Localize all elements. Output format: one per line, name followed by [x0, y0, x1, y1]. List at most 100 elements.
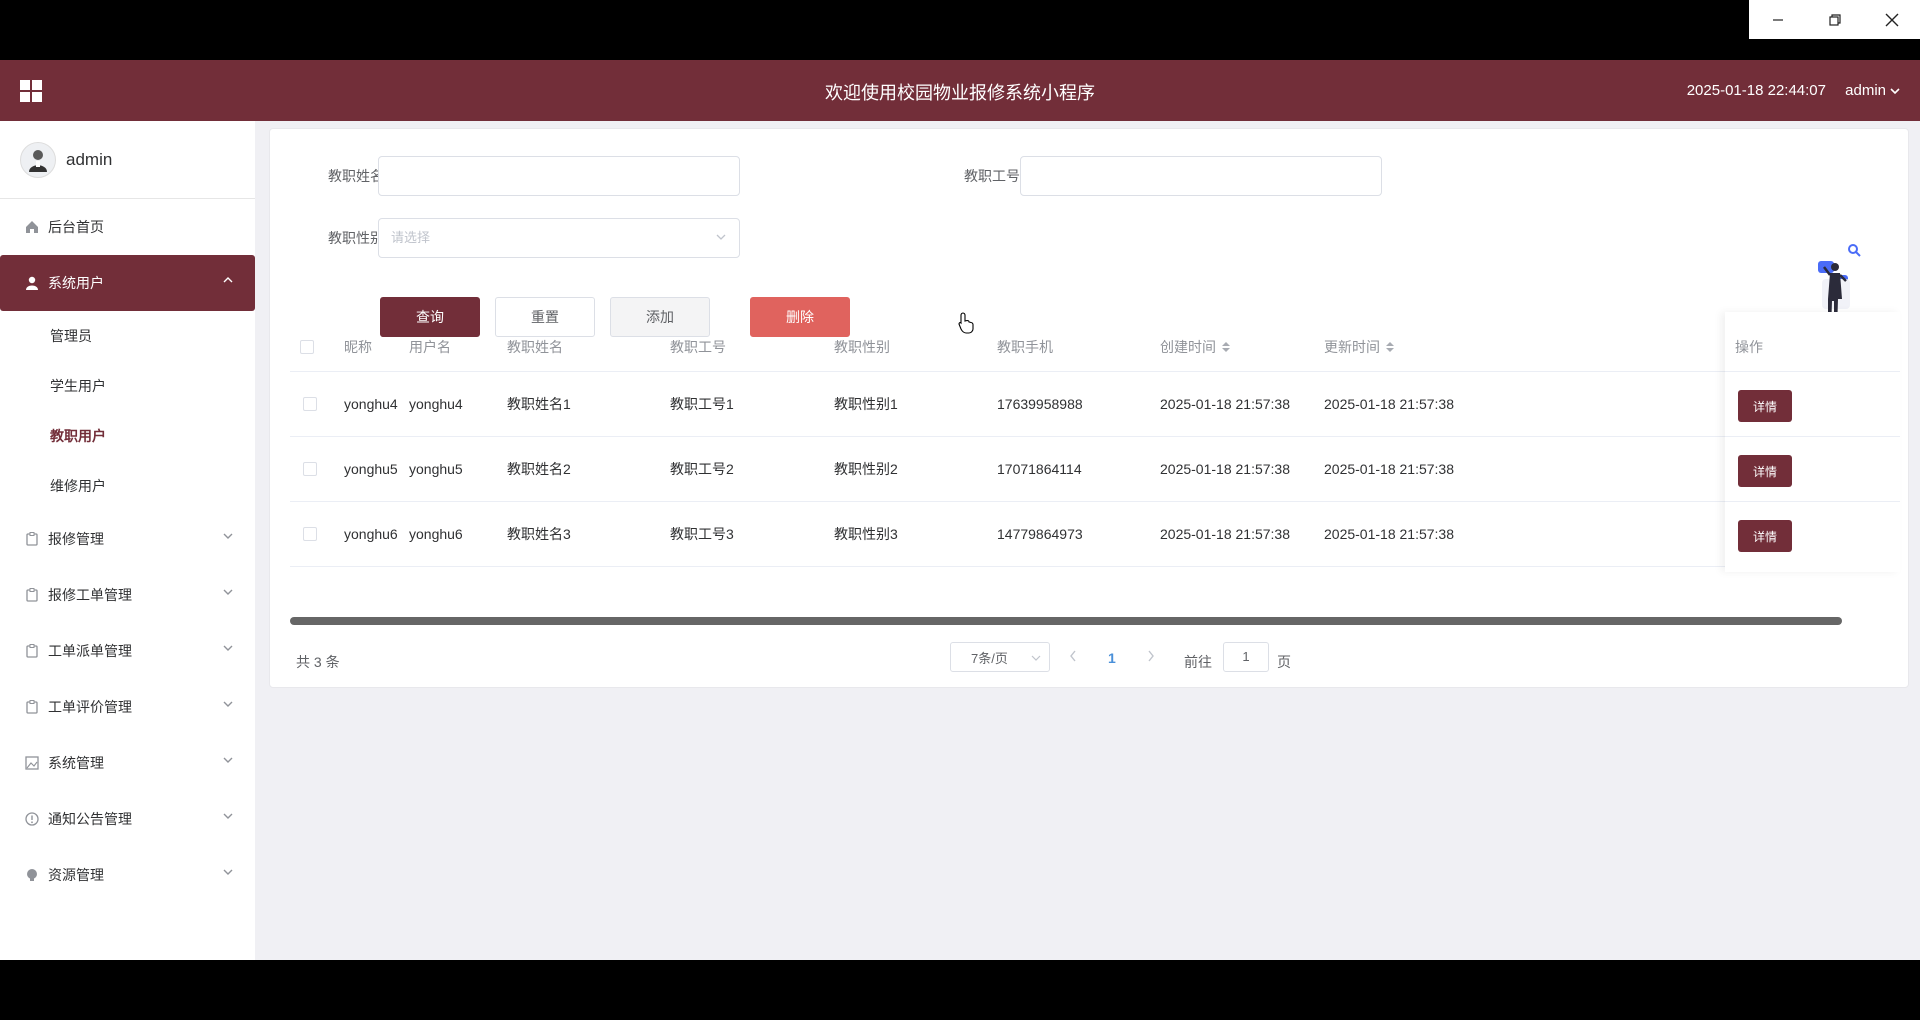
- cell-staff-id: 教职工号1: [670, 396, 734, 412]
- staff-name-input[interactable]: [378, 156, 740, 196]
- sidebar-item-repair-mgmt[interactable]: 报修管理: [0, 511, 255, 567]
- cell-updated-time: 2025-01-18 21:57:38: [1324, 461, 1454, 477]
- column-header: 操作: [1735, 339, 1763, 355]
- sidebar-subitem-admin[interactable]: 管理员: [0, 311, 255, 361]
- sidebar-profile: admin: [0, 121, 255, 199]
- sort-icon[interactable]: [1222, 341, 1230, 352]
- home-icon: [24, 219, 40, 235]
- close-icon: [1885, 13, 1898, 26]
- prev-page-icon[interactable]: [1068, 649, 1078, 663]
- table-row: yonghu4 yonghu4 教职姓名1 教职工号1 教职性别1 176399…: [290, 372, 1900, 437]
- sidebar-item-home[interactable]: 后台首页: [0, 199, 255, 255]
- row-checkbox[interactable]: [303, 372, 317, 436]
- sidebar-item-label: 系统管理: [48, 755, 104, 771]
- main-content: 教职姓名 教职工号 教职性别 请选择 查询 重置 添加 删除 昵称 用户名 教职…: [255, 121, 1920, 960]
- operations-column: 操作 详情 详情 详情: [1725, 312, 1900, 572]
- column-header: 教职姓名: [507, 338, 563, 355]
- chevron-down-icon: [223, 701, 233, 707]
- staff-gender-select[interactable]: 请选择: [378, 218, 740, 258]
- staff-id-input[interactable]: [1020, 156, 1382, 196]
- cell-staff-gender: 教职性别3: [834, 526, 898, 542]
- column-header-created[interactable]: 创建时间: [1160, 322, 1230, 371]
- sidebar-item-label: 工单派单管理: [48, 643, 132, 659]
- chevron-down-icon: [1890, 87, 1900, 94]
- cell-updated-time: 2025-01-18 21:57:38: [1324, 396, 1454, 412]
- sort-icon[interactable]: [1386, 341, 1394, 352]
- user-dropdown[interactable]: admin: [1845, 82, 1900, 99]
- sidebar-subitem-repair[interactable]: 维修用户: [0, 461, 255, 511]
- sidebar-item-system-mgmt[interactable]: 系统管理: [0, 735, 255, 791]
- chevron-down-icon: [223, 645, 233, 651]
- cell-staff-phone: 17639958988: [997, 396, 1083, 412]
- cell-username: yonghu4: [409, 396, 463, 412]
- sidebar-subitem-staff[interactable]: 教职用户: [0, 411, 255, 461]
- chevron-down-icon: [223, 813, 233, 819]
- minimize-icon: [1772, 18, 1783, 21]
- sidebar-item-system-users[interactable]: 系统用户: [0, 255, 255, 311]
- row-checkbox[interactable]: [303, 437, 317, 501]
- cell-created-time: 2025-01-18 21:57:38: [1160, 526, 1290, 542]
- table-horizontal-scrollbar[interactable]: [290, 617, 1842, 625]
- detail-button[interactable]: 详情: [1738, 390, 1792, 422]
- current-page[interactable]: 1: [1108, 650, 1116, 666]
- cell-staff-id: 教职工号3: [670, 526, 734, 542]
- column-header: 用户名: [409, 338, 451, 355]
- bulb-icon: [24, 867, 40, 883]
- chevron-up-icon: [223, 277, 233, 283]
- bottom-black-bar: [0, 960, 1920, 1020]
- page-title: 欢迎使用校园物业报修系统小程序: [825, 83, 1095, 103]
- user-icon: [24, 275, 40, 291]
- clipboard-icon: [24, 587, 40, 603]
- column-header-updated[interactable]: 更新时间: [1324, 322, 1394, 371]
- table-header: 昵称 用户名 教职姓名 教职工号 教职性别 教职手机 创建时间 更新时间: [290, 322, 1900, 372]
- close-window-button[interactable]: [1863, 0, 1920, 39]
- window-controls: [1749, 0, 1920, 39]
- sidebar-item-label: 报修工单管理: [48, 587, 132, 603]
- cell-staff-gender: 教职性别1: [834, 396, 898, 412]
- restore-button[interactable]: [1806, 0, 1863, 39]
- user-dropdown-label: admin: [1845, 82, 1886, 99]
- minimize-button[interactable]: [1749, 0, 1806, 39]
- sidebar-item-workorder-mgmt[interactable]: 报修工单管理: [0, 567, 255, 623]
- cell-staff-phone: 17071864114: [997, 461, 1082, 477]
- sidebar-item-label: 工单评价管理: [48, 699, 132, 715]
- sidebar-item-resource-mgmt[interactable]: 资源管理: [0, 847, 255, 903]
- detail-button[interactable]: 详情: [1738, 455, 1792, 487]
- next-page-icon[interactable]: [1146, 649, 1156, 663]
- sidebar-subitem-student[interactable]: 学生用户: [0, 361, 255, 411]
- sidebar-item-label: 后台首页: [48, 219, 104, 235]
- image-icon: [24, 755, 40, 771]
- row-checkbox[interactable]: [303, 502, 317, 566]
- cell-created-time: 2025-01-18 21:57:38: [1160, 396, 1290, 412]
- info-icon: [24, 811, 40, 827]
- column-header: 昵称: [344, 338, 372, 355]
- cell-staff-name: 教职姓名1: [507, 396, 571, 412]
- window-titlebar: [0, 0, 1920, 60]
- gender-select-placeholder: 请选择: [391, 230, 431, 245]
- sidebar-item-notice-mgmt[interactable]: 通知公告管理: [0, 791, 255, 847]
- cell-staff-name: 教职姓名3: [507, 526, 571, 542]
- cell-staff-id: 教职工号2: [670, 461, 734, 477]
- header-datetime: 2025-01-18 22:44:07: [1686, 82, 1826, 99]
- staff-gender-label: 教职性别: [328, 230, 384, 246]
- sidebar-item-dispatch-mgmt[interactable]: 工单派单管理: [0, 623, 255, 679]
- goto-page-input[interactable]: 1: [1223, 642, 1269, 672]
- cell-nickname: yonghu5: [344, 461, 398, 477]
- chevron-down-icon: [1031, 655, 1041, 661]
- table-row: yonghu6 yonghu6 教职姓名3 教职工号3 教职性别3 147798…: [290, 502, 1900, 567]
- chevron-down-icon: [223, 869, 233, 875]
- chevron-down-icon: [223, 533, 233, 539]
- column-header: 教职手机: [997, 338, 1053, 355]
- column-header: 教职工号: [670, 338, 726, 355]
- sidebar: admin 后台首页 系统用户 管理员 学生用户 教职用户 维修用户 报修管理 …: [0, 121, 255, 960]
- sidebar-item-evaluation-mgmt[interactable]: 工单评价管理: [0, 679, 255, 735]
- person-avatar-icon: [29, 149, 47, 172]
- detail-button[interactable]: 详情: [1738, 520, 1792, 552]
- select-all-checkbox[interactable]: [300, 322, 314, 371]
- sidebar-username: admin: [66, 149, 113, 169]
- clipboard-icon: [24, 643, 40, 659]
- chevron-down-icon: [716, 234, 726, 240]
- page-size-select[interactable]: 7条/页: [950, 642, 1050, 672]
- cell-nickname: yonghu4: [344, 396, 398, 412]
- staff-id-label: 教职工号: [964, 168, 1020, 184]
